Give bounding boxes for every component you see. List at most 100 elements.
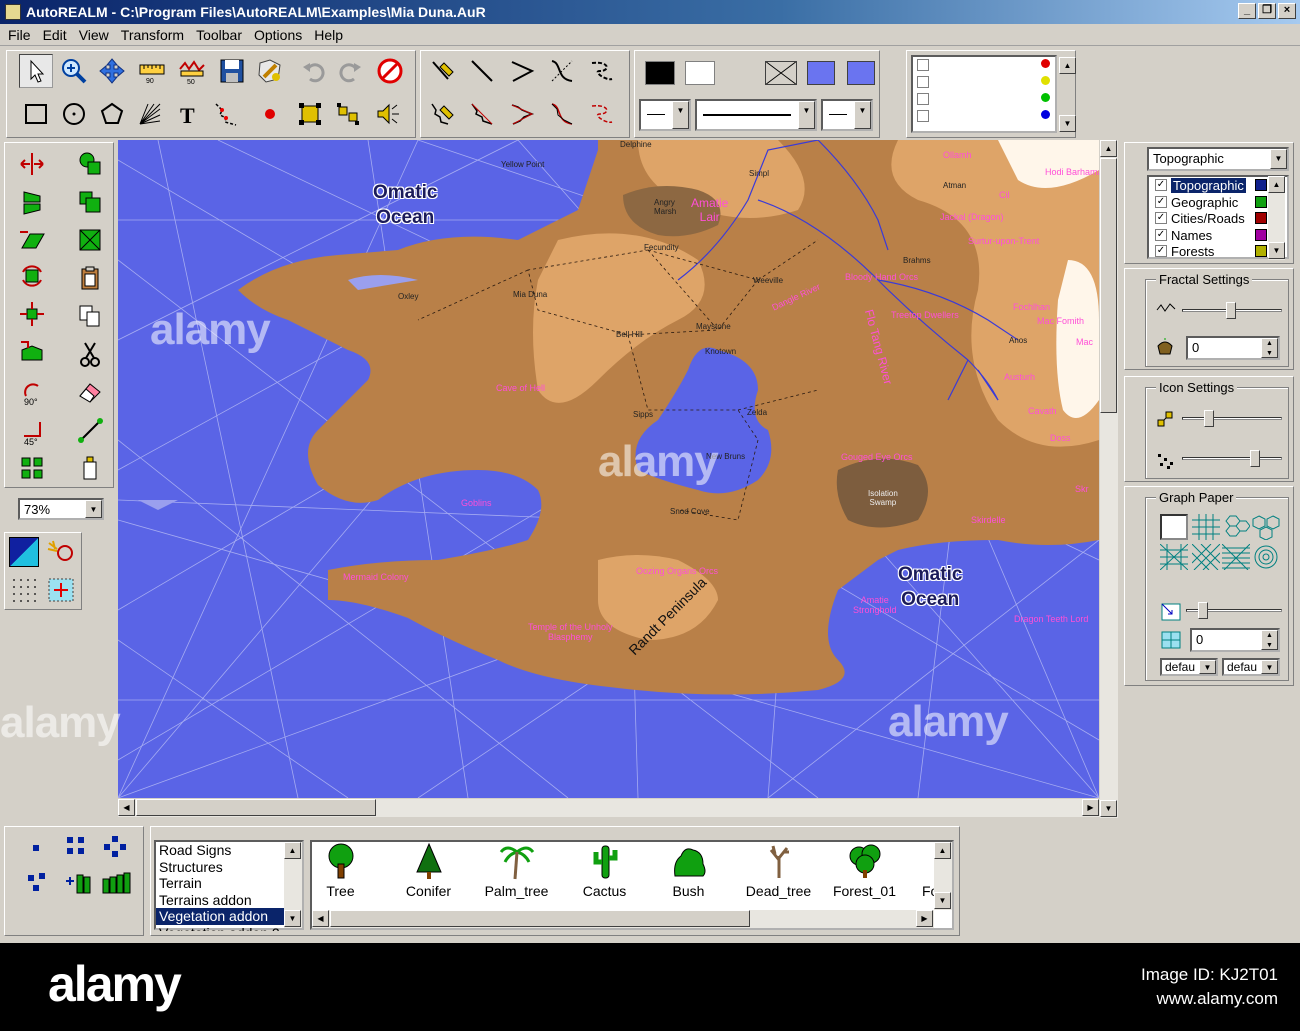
snap-grid-icon[interactable]: [45, 575, 77, 605]
fractal-seed-input[interactable]: 0 ▲ ▼: [1186, 336, 1280, 360]
menu-transform[interactable]: Transform: [115, 24, 190, 45]
symbol-cactus[interactable]: Cactus: [562, 842, 647, 912]
symbol-tree[interactable]: Tree: [312, 842, 383, 912]
select-all-icon[interactable]: [73, 223, 107, 257]
fractal-ruler-icon[interactable]: 50: [175, 54, 209, 88]
scroll-thumb[interactable]: [1100, 158, 1117, 413]
hex-grid-icon[interactable]: [1222, 514, 1251, 540]
rotate-45-icon[interactable]: 45°: [15, 415, 49, 449]
fractal-line-icon[interactable]: [465, 97, 499, 131]
grid-symbols-icon[interactable]: [65, 835, 87, 857]
layer-select[interactable]: Topographic ▼: [1147, 147, 1289, 171]
symbol-category-list[interactable]: Road Signs Structures Terrain Terrains a…: [154, 840, 304, 931]
ungroup-icon[interactable]: [331, 97, 365, 131]
polygon-tool-icon[interactable]: [95, 97, 129, 131]
fill-color-swatch[interactable]: [685, 61, 715, 85]
circle-tool-icon[interactable]: [57, 97, 91, 131]
category-scrollbar[interactable]: ▲ ▼: [284, 842, 302, 928]
polar-grid-icon[interactable]: [1252, 544, 1280, 570]
pushpin-list[interactable]: [911, 55, 1057, 133]
flip-vertical-icon[interactable]: [15, 185, 49, 219]
menu-help[interactable]: Help: [308, 24, 349, 45]
fractal-freehand-icon[interactable]: [425, 97, 459, 131]
blank-paper-icon[interactable]: [1160, 514, 1188, 540]
layer-row-forests[interactable]: ✓ Forests: [1155, 243, 1267, 259]
grid-color-select[interactable]: defau ▼: [1222, 658, 1280, 676]
grid-style-select[interactable]: defau ▼: [1160, 658, 1218, 676]
add-symbol-icon[interactable]: [63, 871, 93, 897]
rotate-icon[interactable]: [15, 259, 49, 293]
bring-to-front-icon[interactable]: [73, 185, 107, 219]
flip-horizontal-icon[interactable]: [15, 147, 49, 181]
skew-icon[interactable]: [15, 223, 49, 257]
symbol-dead-tree[interactable]: Dead_tree: [736, 842, 821, 912]
category-item[interactable]: Terrains addon: [156, 892, 302, 909]
freehand-line-icon[interactable]: [425, 54, 459, 88]
symbol-vertical-scrollbar[interactable]: ▲ ▼: [934, 842, 952, 910]
layer-list-scrollbar[interactable]: ▲ ▼: [1268, 176, 1285, 260]
diamond-grid-icon[interactable]: [1191, 543, 1221, 571]
random-symbols-icon[interactable]: [25, 871, 49, 897]
icon-density-slider[interactable]: [1182, 448, 1282, 468]
app-icon[interactable]: [5, 4, 21, 20]
properties-icon[interactable]: [253, 54, 287, 88]
polyline-icon[interactable]: [505, 54, 539, 88]
select-arrow-icon[interactable]: [19, 54, 53, 88]
menu-options[interactable]: Options: [248, 24, 308, 45]
symbol-bar-icon[interactable]: [101, 871, 131, 897]
map-view-icon[interactable]: [9, 537, 39, 567]
pushpin-tool-icon[interactable]: [45, 537, 77, 567]
map-horizontal-scrollbar[interactable]: ◀ ▶: [118, 799, 1100, 817]
layer-row-names[interactable]: ✓ Names: [1155, 227, 1267, 243]
close-button[interactable]: ×: [1278, 3, 1296, 19]
fractal-polyline-icon[interactable]: [505, 97, 539, 131]
send-to-back-icon[interactable]: [73, 147, 107, 181]
layer-row-cities-roads[interactable]: ✓ Cities/Roads: [1155, 210, 1267, 226]
rotate-90-icon[interactable]: 90°: [15, 375, 49, 409]
scroll-thumb[interactable]: [330, 910, 750, 927]
dense-grid-icon[interactable]: [1221, 543, 1251, 571]
restore-button[interactable]: ❐: [1258, 3, 1276, 19]
icon-size-slider[interactable]: [1182, 408, 1282, 428]
map-vertical-scrollbar[interactable]: ▲ ▼: [1100, 140, 1118, 818]
square-grid-icon[interactable]: [1192, 514, 1220, 540]
hex-vertical-grid-icon[interactable]: [1252, 514, 1280, 541]
scatter-symbols-icon[interactable]: [103, 835, 127, 857]
ruler-icon[interactable]: 90: [135, 54, 169, 88]
line-end-select[interactable]: ▼: [821, 99, 873, 131]
cut-icon[interactable]: [73, 337, 107, 371]
straight-line-icon[interactable]: [465, 54, 499, 88]
clear-icon[interactable]: [73, 451, 107, 485]
menu-edit[interactable]: Edit: [37, 24, 73, 45]
undo-icon[interactable]: [297, 54, 331, 88]
scroll-right-button[interactable]: ▶: [1082, 799, 1099, 816]
grid-size-slider[interactable]: [1186, 600, 1282, 620]
symbol-palm-tree[interactable]: Palm_tree: [474, 842, 559, 912]
fractal-polycurve-icon[interactable]: [585, 97, 619, 131]
stop-icon[interactable]: [373, 54, 407, 88]
curve-icon[interactable]: [545, 54, 579, 88]
symbol-bush[interactable]: Bush: [646, 842, 731, 912]
menu-file[interactable]: File: [2, 24, 37, 45]
category-item[interactable]: Structures: [156, 859, 302, 876]
paste-icon[interactable]: [73, 261, 107, 295]
point-tool-icon[interactable]: [253, 97, 287, 131]
scroll-thumb[interactable]: [136, 799, 376, 816]
background-color-swatch[interactable]: [807, 61, 835, 85]
scroll-up-button[interactable]: ▲: [1100, 140, 1117, 157]
eraser-icon[interactable]: [73, 375, 107, 409]
pan-icon[interactable]: [95, 54, 129, 88]
category-item-selected[interactable]: Vegetation addon: [156, 908, 302, 925]
zoom-select[interactable]: 73% ▼: [18, 498, 104, 520]
scroll-left-button[interactable]: ◀: [118, 799, 135, 816]
redo-icon[interactable]: [333, 54, 367, 88]
scale-icon[interactable]: [15, 335, 49, 369]
fractal-line-tool-icon[interactable]: [209, 97, 243, 131]
single-symbol-icon[interactable]: [31, 841, 41, 851]
category-item[interactable]: Terrain: [156, 875, 302, 892]
group-icon[interactable]: [293, 97, 327, 131]
scroll-up-button[interactable]: ▲: [1059, 57, 1076, 74]
grid-color-swatch[interactable]: [847, 61, 875, 85]
triangle-grid-icon[interactable]: [1159, 543, 1189, 571]
zoom-icon[interactable]: [57, 54, 91, 88]
